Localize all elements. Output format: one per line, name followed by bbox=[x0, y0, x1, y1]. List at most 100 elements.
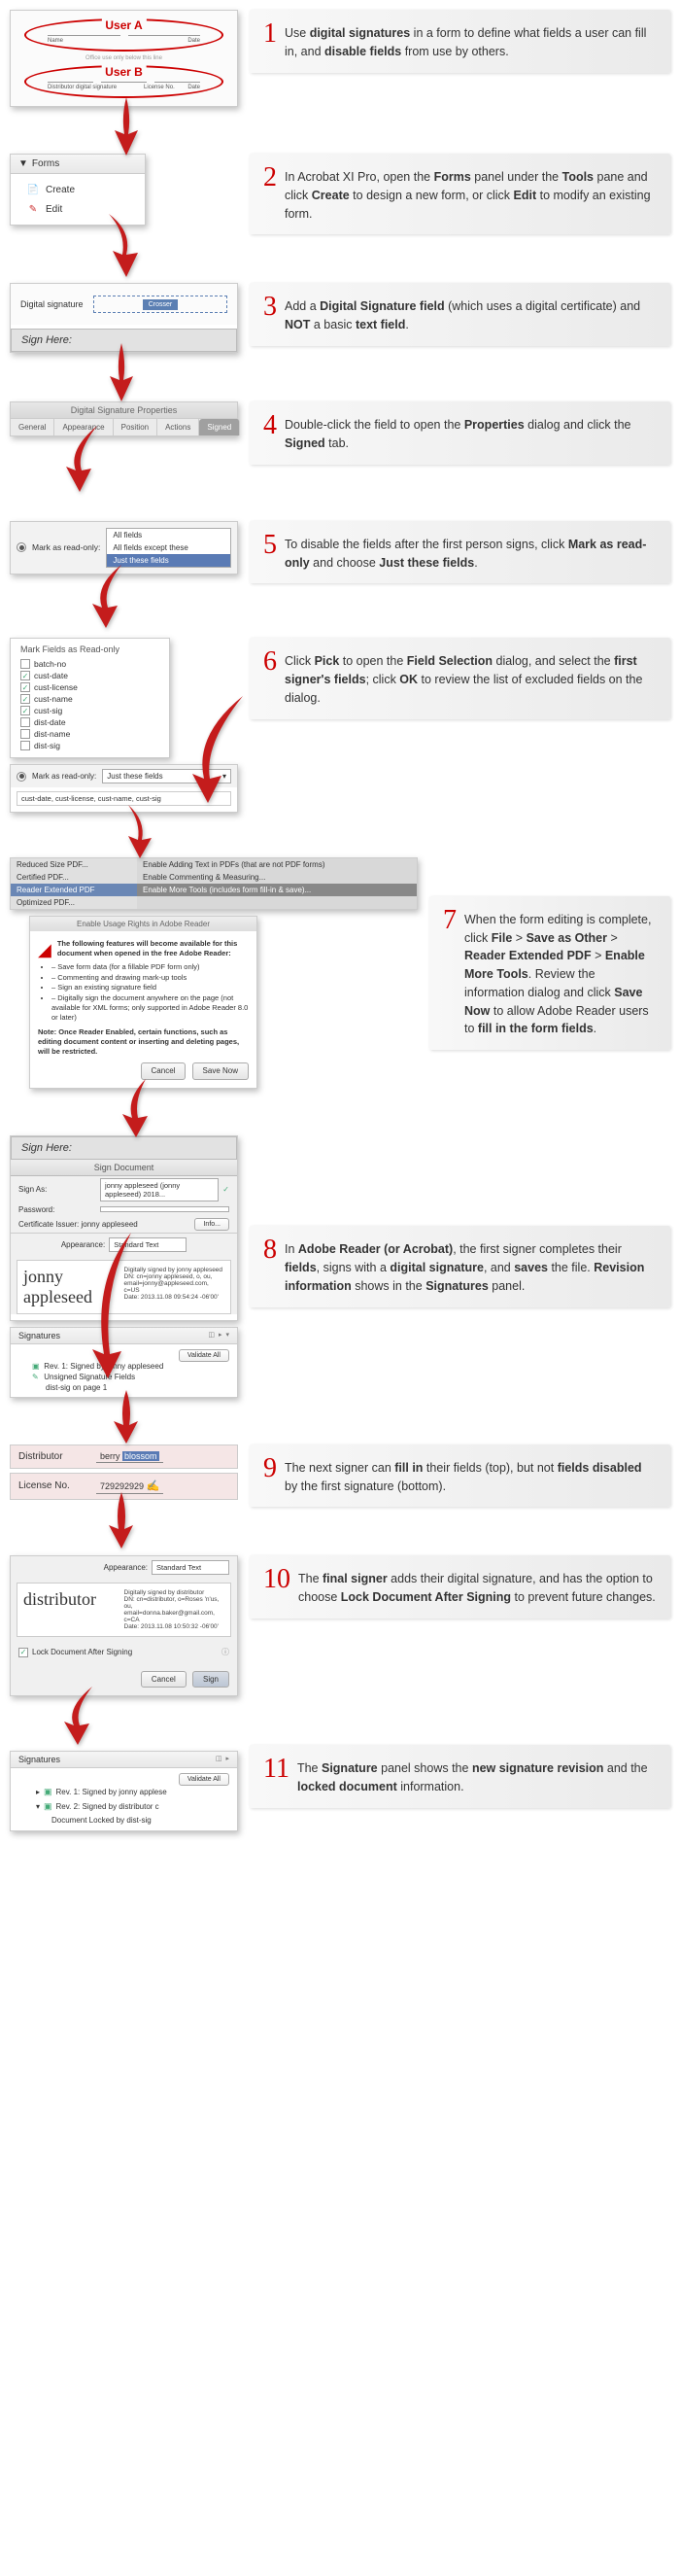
step-text: The Signature panel shows the new signat… bbox=[297, 1757, 657, 1796]
step-text: The next signer can fill in their fields… bbox=[285, 1456, 657, 1496]
step-number: 10 bbox=[263, 1567, 290, 1607]
validate-button[interactable]: Validate All bbox=[179, 1349, 229, 1362]
step-10: 10 The final signer adds their digital s… bbox=[250, 1555, 670, 1619]
signature-name: distributor bbox=[23, 1589, 124, 1630]
lock-label: Lock Document After Signing bbox=[32, 1648, 132, 1656]
step-6: 6 Click Pick to open the Field Selection… bbox=[250, 638, 670, 718]
dialog-title: Mark Fields as Read-only bbox=[20, 644, 159, 654]
checkbox[interactable] bbox=[20, 717, 30, 727]
step-number: 11 bbox=[263, 1757, 289, 1796]
step-text: When the form editing is complete, click… bbox=[464, 908, 657, 1038]
step-text: In Adobe Reader (or Acrobat), the first … bbox=[285, 1237, 657, 1295]
tab-position[interactable]: Position bbox=[114, 419, 157, 435]
cancel-button[interactable]: Cancel bbox=[141, 1671, 187, 1688]
user-b-label: User B bbox=[101, 65, 147, 79]
validate-button[interactable]: Validate All bbox=[179, 1773, 229, 1786]
menu-item-reader-extended[interactable]: Reader Extended PDF bbox=[11, 884, 137, 896]
arrow-icon bbox=[102, 1492, 141, 1553]
arrow-icon bbox=[175, 696, 253, 808]
arrow-icon bbox=[102, 343, 141, 406]
step-text: The final signer adds their digital sign… bbox=[298, 1567, 657, 1607]
step-number: 7 bbox=[443, 908, 457, 1038]
checkbox[interactable] bbox=[20, 682, 30, 692]
step-text: Add a Digital Signature field (which use… bbox=[285, 295, 657, 334]
revision-1[interactable]: Rev. 1: Signed by jonny applese bbox=[56, 1788, 167, 1796]
ds-label: Digital signature bbox=[20, 299, 93, 309]
pdf-icon: ◢ bbox=[38, 939, 51, 961]
radio-readonly[interactable] bbox=[17, 542, 26, 552]
cancel-button[interactable]: Cancel bbox=[141, 1062, 187, 1080]
step-7: 7 When the form editing is complete, cli… bbox=[429, 896, 670, 1050]
checkbox[interactable] bbox=[20, 741, 30, 750]
signas-select[interactable]: jonny appleseed (jonny appleseed) 2018..… bbox=[100, 1178, 219, 1201]
step-number: 6 bbox=[263, 649, 277, 707]
arrow-icon bbox=[83, 1233, 151, 1383]
usage-rights-dialog: Enable Usage Rights in Adobe Reader ◢ Th… bbox=[29, 916, 257, 1089]
create-button[interactable]: 📄Create bbox=[20, 180, 135, 199]
checkbox[interactable] bbox=[20, 729, 30, 739]
divider-text: Office use only below this line bbox=[17, 55, 231, 61]
step-text: Click Pick to open the Field Selection d… bbox=[285, 649, 657, 707]
step-text: To disable the fields after the first pe… bbox=[285, 533, 657, 573]
password-input[interactable] bbox=[100, 1206, 229, 1212]
info-button[interactable]: Info... bbox=[194, 1218, 229, 1231]
step-9: 9 The next signer can fill in their fiel… bbox=[250, 1445, 670, 1508]
distributor-input[interactable]: berry blossom bbox=[96, 1450, 163, 1463]
dialog-title: Enable Usage Rights in Adobe Reader bbox=[30, 917, 256, 931]
menu-item[interactable]: Certified PDF... bbox=[11, 871, 137, 884]
step-text: Use digital signatures in a form to defi… bbox=[285, 21, 657, 61]
step-2: 2 In Acrobat XI Pro, open the Forms pane… bbox=[250, 154, 670, 234]
step-text: Double-click the field to open the Prope… bbox=[285, 413, 657, 453]
readonly-dropdown[interactable]: All fields All fields except these Just … bbox=[106, 528, 231, 568]
panel-title: Signatures bbox=[18, 1755, 60, 1764]
signature-box[interactable]: Crosser bbox=[93, 296, 227, 313]
dialog-title: Sign Document bbox=[11, 1160, 237, 1176]
field-location[interactable]: dist-sig on page 1 bbox=[46, 1383, 107, 1392]
submenu-item[interactable]: Enable Commenting & Measuring... bbox=[137, 871, 417, 884]
step-number: 4 bbox=[263, 413, 277, 453]
step-number: 2 bbox=[263, 165, 277, 223]
arrow-icon bbox=[97, 214, 146, 282]
sign-button[interactable]: Sign bbox=[192, 1671, 229, 1688]
save-now-button[interactable]: Save Now bbox=[192, 1062, 249, 1080]
step-number: 1 bbox=[263, 21, 277, 61]
note-text: Note: Once Reader Enabled, certain funct… bbox=[38, 1027, 239, 1056]
checkbox[interactable] bbox=[20, 694, 30, 704]
signatures-panel-final: Signatures◫▸ Validate All ▸▣Rev. 1: Sign… bbox=[10, 1751, 238, 1831]
checkbox[interactable] bbox=[20, 706, 30, 715]
step-11: 11 The Signature panel shows the new sig… bbox=[250, 1745, 670, 1808]
submenu-item-enable-more[interactable]: Enable More Tools (includes form fill-in… bbox=[137, 884, 417, 896]
checkbox[interactable] bbox=[20, 671, 30, 680]
lock-checkbox[interactable] bbox=[18, 1648, 28, 1657]
arrow-icon bbox=[58, 426, 117, 497]
panel-title: Signatures bbox=[18, 1331, 60, 1340]
signature-meta: Digitally signed by distributorDN: cn=di… bbox=[124, 1589, 225, 1630]
step-3: 3 Add a Digital Signature field (which u… bbox=[250, 283, 670, 346]
final-sign-dialog: Appearance:Standard Text distributor Dig… bbox=[10, 1555, 238, 1696]
step-1: 1 Use digital signatures in a form to de… bbox=[250, 10, 670, 73]
arrow-icon bbox=[117, 805, 155, 863]
step-number: 8 bbox=[263, 1237, 277, 1295]
tab-signed[interactable]: Signed bbox=[199, 419, 240, 435]
menu-item[interactable]: Optimized PDF... bbox=[11, 896, 137, 909]
arrow-icon bbox=[107, 1390, 146, 1448]
menu: Reduced Size PDF... Certified PDF... Rea… bbox=[10, 857, 418, 910]
step-text: In Acrobat XI Pro, open the Forms panel … bbox=[285, 165, 657, 223]
intro-text: The following features will become avail… bbox=[57, 939, 237, 957]
properties-dialog: Digital Signature Properties General App… bbox=[10, 401, 238, 436]
appearance-select[interactable]: Standard Text bbox=[152, 1560, 229, 1575]
radio-icon[interactable] bbox=[17, 772, 26, 782]
checkbox[interactable] bbox=[20, 659, 30, 669]
tab-general[interactable]: General bbox=[11, 419, 54, 435]
locked-info: Document Locked by dist-sig bbox=[51, 1816, 152, 1825]
revision-2[interactable]: Rev. 2: Signed by distributor c bbox=[56, 1802, 159, 1811]
field-selection-dialog: Mark Fields as Read-only batch-nocust-da… bbox=[10, 638, 170, 758]
arrow-icon bbox=[107, 97, 146, 160]
tab-actions[interactable]: Actions bbox=[157, 419, 199, 435]
step-8: 8 In Adobe Reader (or Acrobat), the firs… bbox=[250, 1226, 670, 1306]
user-b-ellipse: User B Distributor digital signatureLice… bbox=[24, 65, 223, 98]
arrow-icon bbox=[83, 565, 136, 633]
arrow-icon bbox=[58, 1687, 107, 1750]
readonly-label: Mark as read-only: bbox=[32, 542, 100, 552]
submenu-item[interactable]: Enable Adding Text in PDFs (that are not… bbox=[137, 858, 417, 871]
